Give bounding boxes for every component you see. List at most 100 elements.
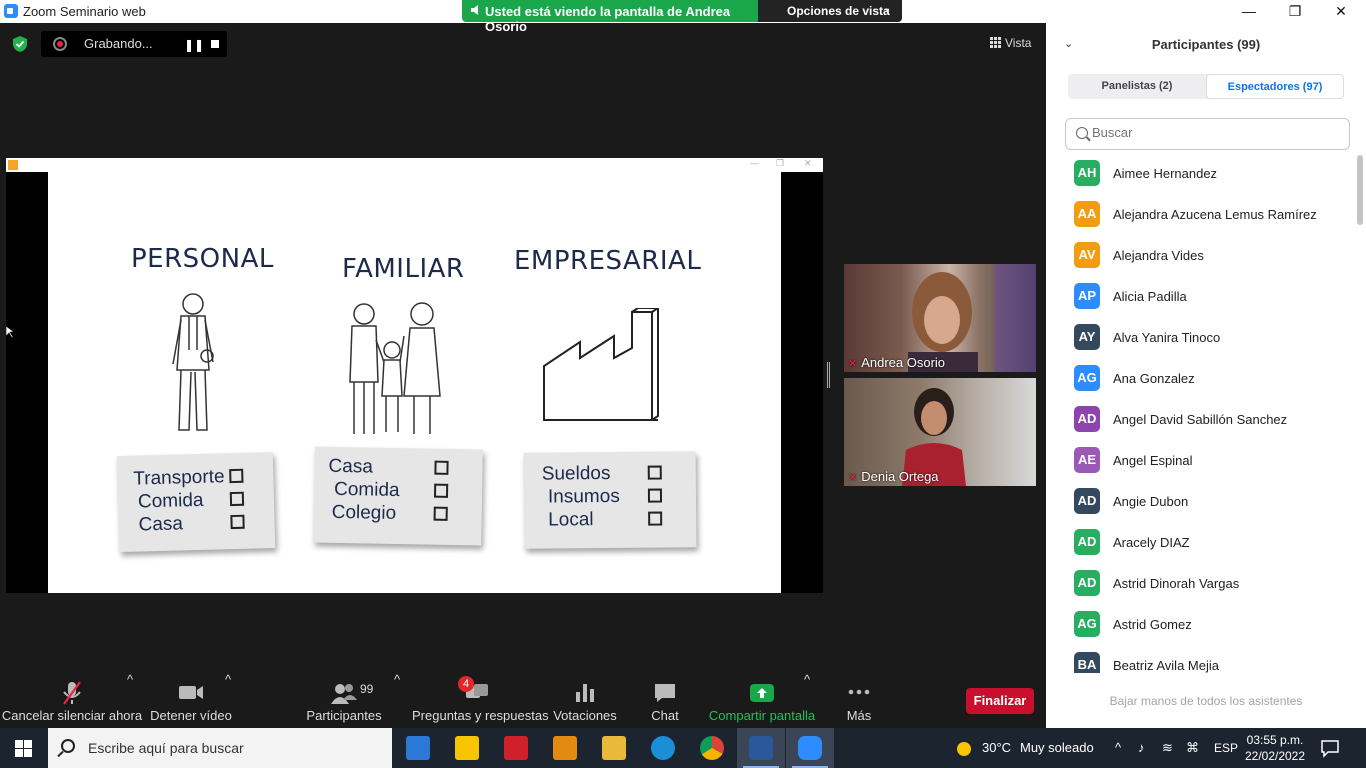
volume-icon[interactable]: ♪ [1138,728,1145,768]
participant-list-item[interactable]: AV Alejandra Vides [1074,237,1354,278]
search-icon [1076,127,1088,139]
polls-button[interactable]: Votaciones [550,672,620,728]
store-app-icon[interactable] [394,728,442,768]
taskbar-clock[interactable]: 03:55 p.m. 22/02/2022 [1240,732,1310,764]
more-button[interactable]: Más [836,672,882,728]
card-item: Local [542,507,682,531]
start-button[interactable] [0,728,48,768]
security-app-icon[interactable] [492,728,540,768]
word-app-icon[interactable] [737,728,785,768]
participants-options-chevron-icon[interactable]: ^ [392,672,402,687]
shared-screen[interactable]: — ❐ ✕ PERSONAL FAMILIAR EMPRESARIAL Tran… [6,158,823,593]
wifi-icon[interactable]: ≋ [1162,728,1173,768]
scrollbar-thumb[interactable] [1357,155,1363,225]
network-icon[interactable]: ⌘ [1186,728,1199,768]
participants-button[interactable]: 99 Participantes [304,672,384,728]
search-input[interactable] [1092,125,1342,140]
heading-personal: PERSONAL [131,244,274,274]
participant-name: Alva Yanira Tinoco [1113,330,1221,345]
lower-all-hands-button[interactable]: Bajar manos de todos los asistentes [1046,694,1366,708]
checkbox-icon [647,465,662,480]
recording-label: Grabando... [84,36,153,51]
sticky-notes-app-icon[interactable] [443,728,491,768]
qa-button[interactable]: 4 Preguntas y respuestas [412,672,549,728]
participant-avatar: AD [1074,570,1100,596]
participant-list-item[interactable]: AA Alejandra Azucena Lemus Ramírez [1074,196,1354,237]
participant-avatar: AG [1074,365,1100,391]
participant-list-item[interactable]: AG Astrid Gomez [1074,606,1354,647]
participant-list-item[interactable]: AP Alicia Padilla [1074,278,1354,319]
share-screen-icon [750,684,774,702]
pause-recording-icon[interactable]: ❚❚ [184,38,204,52]
maximize-button[interactable]: ❐ [1272,0,1318,23]
audio-options-chevron-icon[interactable]: ^ [125,672,135,687]
participant-list: AH Aimee Hernandez AA Alejandra Azucena Lem… [1046,155,1356,673]
participant-list-item[interactable]: AY Alva Yanira Tinoco [1074,319,1354,360]
participant-list-item[interactable]: AG Ana Gonzalez [1074,360,1354,401]
notifications-icon[interactable] [1320,738,1340,758]
checkbox-icon [433,483,449,498]
participant-list-item[interactable]: AE Angel Espinal [1074,442,1354,483]
windows-taskbar: Escribe aquí para buscar 30°C Muy solead… [0,728,1366,768]
participant-list-item[interactable]: AD Astrid Dinorah Vargas [1074,565,1354,606]
participants-panel: ⌄ Participantes (99) Panelistas (2) Espe… [1046,23,1366,728]
participant-name: Angie Dubon [1113,494,1189,509]
file-explorer-app-icon[interactable] [590,728,638,768]
checkbox-icon [648,511,663,526]
participant-search[interactable] [1065,118,1350,150]
chat-button[interactable]: Chat [640,672,690,728]
card-familiar: Casa Comida Colegio [313,446,483,546]
checkbox-icon [433,506,448,521]
chat-icon [655,684,675,702]
video-options-chevron-icon[interactable]: ^ [223,672,233,687]
video-tile-denia[interactable]: ✕ Denia Ortega [844,378,1036,486]
view-button[interactable]: Vista [990,36,1031,50]
participant-name: Angel Espinal [1113,453,1193,468]
taskbar-search[interactable]: Escribe aquí para buscar [48,728,392,768]
card-item: Colegio [328,501,468,526]
unmute-button[interactable]: Cancelar silenciar ahora [0,672,144,728]
participant-name: Ana Gonzalez [1113,371,1195,386]
weather-icon[interactable] [954,728,974,768]
language-indicator[interactable]: ESP [1214,728,1238,768]
end-meeting-button[interactable]: Finalizar [966,688,1034,714]
view-options-button[interactable]: Opciones de vista ⌄ [758,0,902,22]
heading-familiar: FAMILIAR [342,254,465,284]
stop-recording-icon[interactable] [211,40,219,48]
video-name: ✕ Andrea Osorio [848,355,946,370]
tab-attendees[interactable]: Espectadores (97) [1206,74,1344,99]
edge-app-icon[interactable] [639,728,687,768]
person-illustration [172,293,214,431]
resize-handle[interactable] [827,362,830,388]
participant-list-item[interactable]: BA Beatriz Avila Mejia [1074,647,1354,673]
tray-chevron-up-icon[interactable]: ^ [1115,728,1121,768]
weather-text[interactable]: Muy soleado [1020,728,1094,768]
participant-avatar: AD [1074,529,1100,555]
participant-list-item[interactable]: AD Aracely DIAZ [1074,524,1354,565]
tab-panelists[interactable]: Panelistas (2) [1068,74,1206,99]
participant-avatar: AE [1074,447,1100,473]
viewing-banner: Usted está viendo la pantalla de Andrea … [462,0,758,34]
grid-icon [990,37,1001,48]
participant-list-item[interactable]: AH Aimee Hernandez [1074,155,1354,196]
outlook-app-icon[interactable] [541,728,589,768]
chrome-app-icon[interactable] [688,728,736,768]
participant-tabs: Panelistas (2) Espectadores (97) [1068,74,1344,99]
participant-list-scrollbar[interactable] [1356,155,1364,673]
view-options-label: Opciones de vista [787,4,890,18]
close-button[interactable]: ✕ [1318,0,1364,23]
minimize-button[interactable]: — [1226,0,1272,23]
security-shield-icon[interactable] [10,34,30,54]
clock-date: 22/02/2022 [1244,749,1306,763]
share-options-chevron-icon[interactable]: ^ [802,672,812,687]
view-label: Vista [1005,36,1032,50]
participant-list-item[interactable]: AD Angel David Sabillón Sanchez [1074,401,1354,442]
zoom-taskbar-icon[interactable] [786,728,834,768]
participant-list-item[interactable]: AD Angie Dubon [1074,483,1354,524]
temperature[interactable]: 30°C [982,728,1011,768]
shared-minimize-icon: — [750,158,759,168]
shared-window-chrome: — ❐ ✕ [6,158,823,172]
video-tile-andrea[interactable]: ✕ Andrea Osorio [844,264,1036,372]
windows-logo-icon [15,740,32,757]
card-personal: Transporte Comida Casa [116,451,276,553]
